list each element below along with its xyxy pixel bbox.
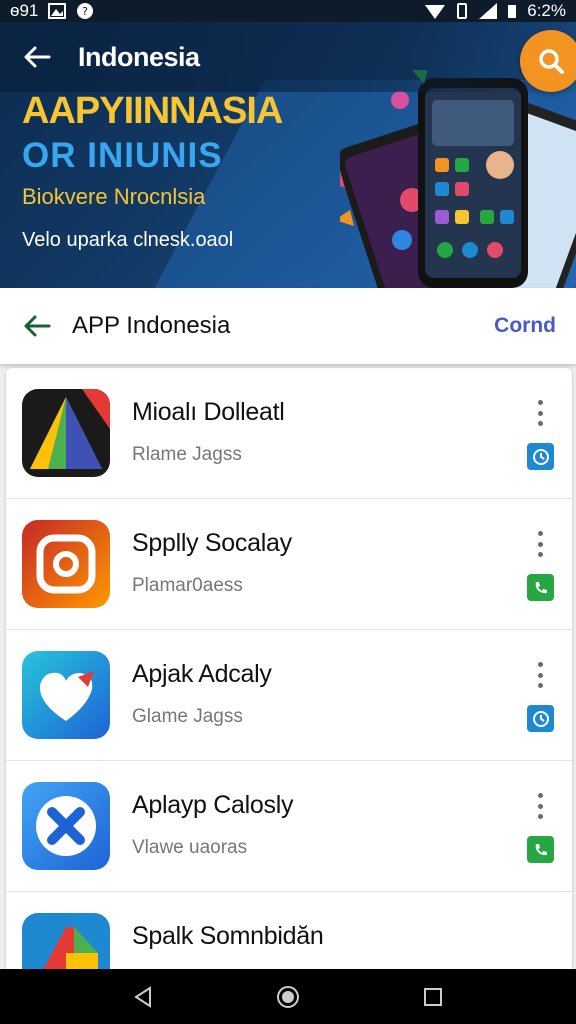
- app-name: Apjak Adcaly: [132, 660, 272, 688]
- app-list: Mioalı Dolleatl Rlame Jagss Spplly Socal…: [6, 368, 572, 969]
- list-item[interactable]: Spalk Somnbidăn: [6, 892, 572, 969]
- battery-icon: [508, 5, 517, 18]
- search-button[interactable]: [520, 30, 576, 92]
- overflow-menu-button[interactable]: [528, 660, 552, 690]
- triangle-back-icon: [133, 985, 151, 1008]
- clock-icon: [532, 448, 549, 465]
- list-item[interactable]: Apjak Adcaly Glame Jagss: [6, 630, 572, 761]
- app-logo-icon: [22, 913, 110, 969]
- square-recents-icon: [424, 987, 443, 1006]
- promo-tagline: Biokvere Nrocnlsia: [22, 184, 206, 209]
- app-name: Spplly Socalay: [132, 529, 292, 557]
- status-badge[interactable]: [527, 443, 554, 470]
- svg-text:?: ?: [82, 5, 88, 18]
- app-icon: [22, 782, 110, 870]
- app-subtitle: Glame Jagss: [132, 706, 243, 727]
- vibrate-icon: [457, 3, 468, 19]
- status-left-text: ѳ91: [10, 1, 39, 20]
- app-logo-icon: [22, 782, 110, 870]
- promo-subheadline: OR INIUNIS: [22, 136, 223, 175]
- app-name: Aplayp Calosly: [132, 791, 294, 819]
- section-title: APP Indonesia: [72, 312, 231, 339]
- app-subtitle: Vlawe uaoras: [132, 837, 248, 858]
- status-badge[interactable]: [527, 836, 554, 863]
- list-item[interactable]: Mioalı Dolleatl Rlame Jagss: [6, 368, 572, 499]
- app-name: Spalk Somnbidăn: [132, 922, 324, 950]
- section-action-link[interactable]: Cornd: [494, 314, 556, 338]
- phone-icon: [535, 581, 547, 593]
- status-badge[interactable]: [527, 705, 554, 732]
- app-subtitle: Plamar0aess: [132, 575, 243, 596]
- promo-note: Velo uparka clnesk.oaol: [22, 229, 234, 251]
- app-icon: [22, 520, 110, 608]
- list-item[interactable]: Aplayp Calosly Vlawe uaoras: [6, 761, 572, 892]
- top-app-bar: Indonesia: [0, 22, 576, 92]
- system-nav-bar: [0, 969, 576, 1024]
- app-list-area: Mioalı Dolleatl Rlame Jagss Spplly Socal…: [0, 364, 576, 969]
- app-icon: [22, 913, 110, 969]
- overflow-menu-button[interactable]: [528, 529, 552, 559]
- app-logo-icon: [22, 520, 110, 608]
- promo-headline: AAPYIINNASIA: [22, 90, 283, 132]
- app-icon: [22, 651, 110, 739]
- app-logo-icon: [22, 651, 110, 739]
- gallery-icon: [48, 3, 67, 19]
- phone-icon: [535, 843, 547, 855]
- nav-home-button[interactable]: [268, 977, 308, 1017]
- app-subtitle: Rlame Jagss: [132, 444, 242, 465]
- circle-home-icon: [276, 985, 299, 1008]
- clock-icon: [532, 710, 549, 727]
- list-item[interactable]: Spplly Socalay Plamar0aess: [6, 499, 572, 630]
- wifi-icon: [425, 5, 446, 19]
- overflow-menu-button[interactable]: [528, 791, 552, 821]
- search-icon: [539, 49, 564, 74]
- overflow-menu-button[interactable]: [528, 398, 552, 428]
- nav-recents-button[interactable]: [413, 977, 453, 1017]
- signal-icon: [479, 3, 498, 19]
- status-bar: ѳ91 ? 6:2%: [0, 0, 576, 22]
- section-back-button[interactable]: [20, 309, 54, 343]
- app-name: Mioalı Dolleatl: [132, 398, 285, 426]
- back-button[interactable]: [20, 40, 54, 74]
- phones-illustration: [340, 70, 576, 288]
- page-title: Indonesia: [78, 41, 200, 72]
- notification-icon: ?: [77, 3, 94, 19]
- arrow-left-icon: [24, 46, 51, 68]
- status-badge[interactable]: [527, 574, 554, 601]
- section-header: APP Indonesia Cornd: [0, 288, 576, 364]
- app-logo-icon: [22, 389, 110, 477]
- arrow-left-icon: [24, 315, 51, 337]
- clock-text: 6:2%: [527, 1, 566, 20]
- nav-back-button[interactable]: [123, 977, 163, 1017]
- app-icon: [22, 389, 110, 477]
